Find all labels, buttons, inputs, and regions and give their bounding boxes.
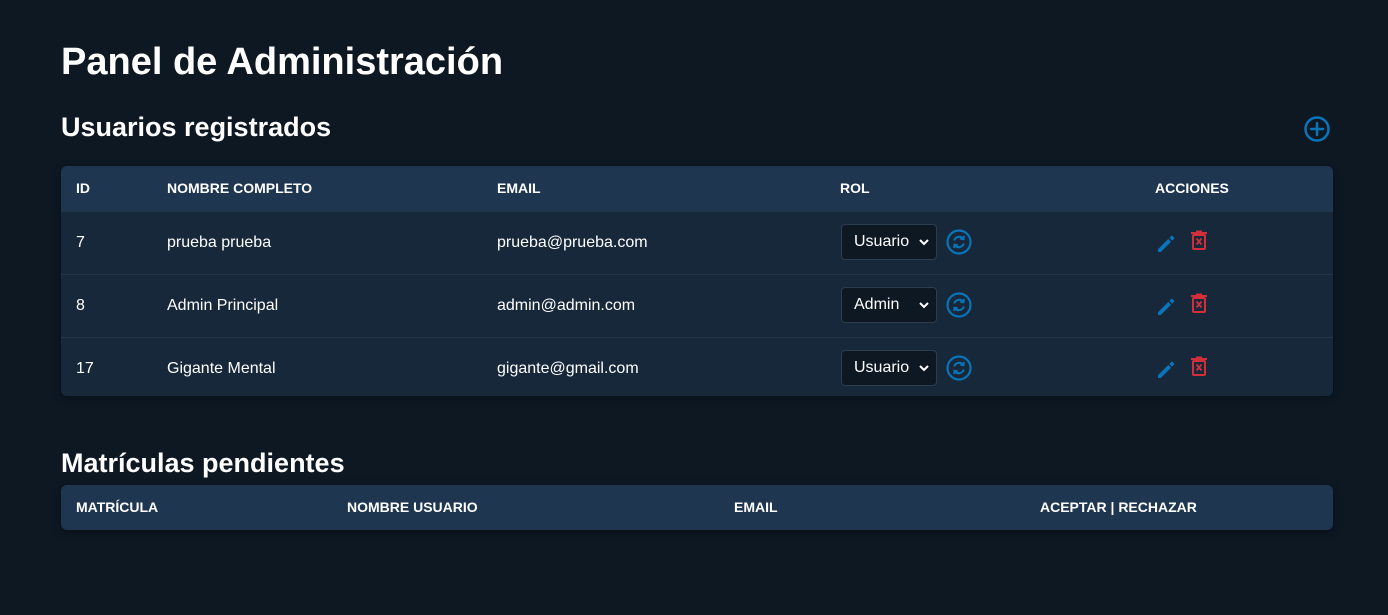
column-header-email: EMAIL <box>734 499 778 515</box>
role-select-value: Admin <box>854 296 900 313</box>
chevron-down-icon <box>919 239 929 246</box>
user-name: Admin Principal <box>167 297 279 314</box>
enrollments-table: MATRÍCULA NOMBRE USUARIO EMAIL ACEPTAR |… <box>61 485 1333 530</box>
enrollments-section-title: Matrículas pendientes <box>61 448 345 478</box>
trash-icon <box>1191 230 1207 250</box>
enrollments-table-header: MATRÍCULA NOMBRE USUARIO EMAIL ACEPTAR |… <box>61 485 1333 530</box>
user-id: 17 <box>76 360 94 377</box>
pencil-icon <box>1158 298 1175 315</box>
change-role-button[interactable] <box>946 355 972 381</box>
users-section-title: Usuarios registrados <box>61 112 332 142</box>
pencil-icon <box>1158 361 1175 378</box>
refresh-icon <box>946 292 972 318</box>
plus-circle-icon <box>1304 116 1330 142</box>
table-row: 17 Gigante Mental gigante@gmail.com Usua… <box>61 337 1333 396</box>
role-select[interactable]: Admin <box>841 287 937 323</box>
column-header-role: ROL <box>840 180 870 196</box>
column-header-email: EMAIL <box>497 180 541 196</box>
trash-icon <box>1191 293 1207 313</box>
column-header-actions: ACCIONES <box>1155 180 1229 196</box>
role-select[interactable]: Usuario <box>841 224 937 260</box>
page-title: Panel de Administración <box>61 41 504 83</box>
change-role-button[interactable] <box>946 292 972 318</box>
column-header-name: NOMBRE COMPLETO <box>167 180 313 196</box>
user-name: Gigante Mental <box>167 360 276 377</box>
admin-page: Panel de Administración Usuarios registr… <box>0 0 1388 615</box>
edit-user-button[interactable] <box>1156 234 1176 254</box>
refresh-icon <box>946 355 972 381</box>
refresh-icon <box>946 229 972 255</box>
delete-user-button[interactable] <box>1190 293 1208 313</box>
pencil-icon <box>1158 235 1175 252</box>
add-user-button[interactable] <box>1303 115 1331 143</box>
column-header-username: NOMBRE USUARIO <box>347 499 478 515</box>
users-table: ID NOMBRE COMPLETO EMAIL ROL ACCIONES 7 … <box>61 166 1333 396</box>
chevron-down-icon <box>919 302 929 309</box>
table-row: 7 prueba prueba prueba@prueba.com Usuari… <box>61 211 1333 274</box>
user-id: 7 <box>76 234 85 251</box>
user-id: 8 <box>76 297 85 314</box>
users-table-header: ID NOMBRE COMPLETO EMAIL ROL ACCIONES <box>61 166 1333 211</box>
table-row: 8 Admin Principal admin@admin.com Admin <box>61 274 1333 337</box>
edit-user-button[interactable] <box>1156 297 1176 317</box>
role-select-value: Usuario <box>854 359 910 376</box>
trash-icon <box>1191 356 1207 376</box>
change-role-button[interactable] <box>946 229 972 255</box>
edit-user-button[interactable] <box>1156 360 1176 380</box>
user-email: prueba@prueba.com <box>497 234 648 251</box>
column-header-id: ID <box>76 180 90 196</box>
column-header-accept-reject: ACEPTAR | RECHAZAR <box>1040 499 1197 515</box>
role-select[interactable]: Usuario <box>841 350 937 386</box>
delete-user-button[interactable] <box>1190 230 1208 250</box>
chevron-down-icon <box>919 365 929 372</box>
role-select-value: Usuario <box>854 233 910 250</box>
user-name: prueba prueba <box>167 234 272 251</box>
user-email: gigante@gmail.com <box>497 360 639 377</box>
column-header-enrollment: MATRÍCULA <box>76 499 159 515</box>
delete-user-button[interactable] <box>1190 356 1208 376</box>
user-email: admin@admin.com <box>497 297 636 314</box>
